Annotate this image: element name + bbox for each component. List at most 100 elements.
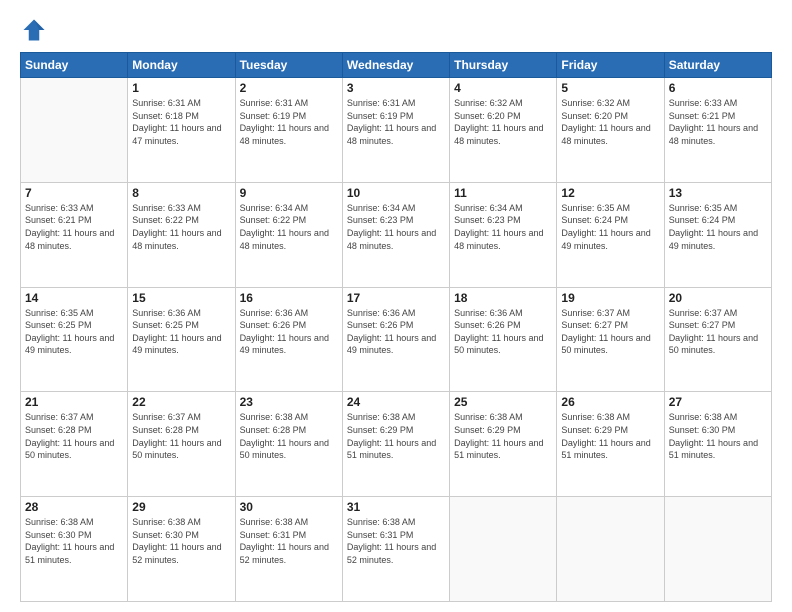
week-row-4: 21 Sunrise: 6:37 AMSunset: 6:28 PMDayligh… [21, 392, 772, 497]
weekday-sunday: Sunday [21, 53, 128, 78]
calendar-cell: 9 Sunrise: 6:34 AMSunset: 6:22 PMDaylight… [235, 182, 342, 287]
calendar-cell: 23 Sunrise: 6:38 AMSunset: 6:28 PMDayligh… [235, 392, 342, 497]
day-number: 13 [669, 186, 767, 200]
calendar-cell: 7Sunrise: 6:33 AMSunset: 6:21 PMDaylight… [21, 182, 128, 287]
calendar-cell: 29 Sunrise: 6:38 AMSunset: 6:30 PMDayligh… [128, 497, 235, 602]
weekday-tuesday: Tuesday [235, 53, 342, 78]
day-info: Sunrise: 6:38 AMSunset: 6:29 PMDaylight:… [561, 411, 659, 461]
calendar-cell: 17Sunrise: 6:36 AMSunset: 6:26 PMDayligh… [342, 287, 449, 392]
day-info: Sunrise: 6:35 AMSunset: 6:24 PMDaylight:… [669, 202, 767, 252]
day-info: Sunrise: 6:38 AMSunset: 6:31 PMDaylight:… [347, 516, 445, 566]
calendar-cell: 30 Sunrise: 6:38 AMSunset: 6:31 PMDayligh… [235, 497, 342, 602]
day-info: Sunrise: 6:36 AMSunset: 6:26 PMDaylight:… [454, 307, 552, 357]
calendar-cell: 31 Sunrise: 6:38 AMSunset: 6:31 PMDayligh… [342, 497, 449, 602]
calendar-cell: 21Sunrise: 6:37 AMSunset: 6:28 PMDayligh… [21, 392, 128, 497]
day-info: Sunrise: 6:38 AMSunset: 6:30 PMDaylight:… [669, 411, 767, 461]
day-number: 4 [454, 81, 552, 95]
weekday-saturday: Saturday [664, 53, 771, 78]
weekday-monday: Monday [128, 53, 235, 78]
day-number: 24 [347, 395, 445, 409]
day-number: 7 [25, 186, 123, 200]
day-number: 6 [669, 81, 767, 95]
day-info: Sunrise: 6:33 AMSunset: 6:21 PMDaylight:… [669, 97, 767, 147]
calendar-cell: 13 Sunrise: 6:35 AMSunset: 6:24 PMDayligh… [664, 182, 771, 287]
day-number: 9 [240, 186, 338, 200]
weekday-wednesday: Wednesday [342, 53, 449, 78]
day-number: 18 [454, 291, 552, 305]
day-info: Sunrise: 6:37 AMSunset: 6:28 PMDaylight:… [132, 411, 230, 461]
logo-icon [20, 16, 48, 44]
day-info: Sunrise: 6:38 AMSunset: 6:28 PMDaylight:… [240, 411, 338, 461]
day-info: Sunrise: 6:38 AMSunset: 6:31 PMDaylight:… [240, 516, 338, 566]
day-info: Sunrise: 6:36 AMSunset: 6:26 PMDaylight:… [240, 307, 338, 357]
calendar-cell [557, 497, 664, 602]
calendar-cell: 20 Sunrise: 6:37 AMSunset: 6:27 PMDayligh… [664, 287, 771, 392]
calendar-cell [664, 497, 771, 602]
day-number: 16 [240, 291, 338, 305]
calendar-cell: 14Sunrise: 6:35 AMSunset: 6:25 PMDayligh… [21, 287, 128, 392]
day-info: Sunrise: 6:38 AMSunset: 6:30 PMDaylight:… [25, 516, 123, 566]
calendar-cell: 16 Sunrise: 6:36 AMSunset: 6:26 PMDayligh… [235, 287, 342, 392]
day-info: Sunrise: 6:33 AMSunset: 6:22 PMDaylight:… [132, 202, 230, 252]
day-number: 5 [561, 81, 659, 95]
calendar-cell: 19Sunrise: 6:37 AMSunset: 6:27 PMDayligh… [557, 287, 664, 392]
day-info: Sunrise: 6:38 AMSunset: 6:29 PMDaylight:… [454, 411, 552, 461]
day-info: Sunrise: 6:38 AMSunset: 6:29 PMDaylight:… [347, 411, 445, 461]
day-number: 23 [240, 395, 338, 409]
day-number: 21 [25, 395, 123, 409]
calendar-cell: 12 Sunrise: 6:35 AMSunset: 6:24 PMDayligh… [557, 182, 664, 287]
day-info: Sunrise: 6:32 AMSunset: 6:20 PMDaylight:… [454, 97, 552, 147]
calendar-cell: 27 Sunrise: 6:38 AMSunset: 6:30 PMDayligh… [664, 392, 771, 497]
day-info: Sunrise: 6:31 AMSunset: 6:19 PMDaylight:… [240, 97, 338, 147]
day-info: Sunrise: 6:34 AMSunset: 6:22 PMDaylight:… [240, 202, 338, 252]
calendar-cell: 5 Sunrise: 6:32 AMSunset: 6:20 PMDaylight… [557, 78, 664, 183]
week-row-2: 7Sunrise: 6:33 AMSunset: 6:21 PMDaylight… [21, 182, 772, 287]
day-number: 15 [132, 291, 230, 305]
day-number: 10 [347, 186, 445, 200]
calendar-cell: 25Sunrise: 6:38 AMSunset: 6:29 PMDayligh… [450, 392, 557, 497]
day-number: 12 [561, 186, 659, 200]
day-number: 28 [25, 500, 123, 514]
week-row-3: 14Sunrise: 6:35 AMSunset: 6:25 PMDayligh… [21, 287, 772, 392]
weekday-friday: Friday [557, 53, 664, 78]
day-number: 30 [240, 500, 338, 514]
calendar-cell: 1Sunrise: 6:31 AMSunset: 6:18 PMDaylight… [128, 78, 235, 183]
day-number: 27 [669, 395, 767, 409]
day-info: Sunrise: 6:37 AMSunset: 6:27 PMDaylight:… [561, 307, 659, 357]
day-info: Sunrise: 6:36 AMSunset: 6:26 PMDaylight:… [347, 307, 445, 357]
calendar-cell: 24 Sunrise: 6:38 AMSunset: 6:29 PMDayligh… [342, 392, 449, 497]
calendar-cell: 10 Sunrise: 6:34 AMSunset: 6:23 PMDayligh… [342, 182, 449, 287]
logo [20, 16, 52, 44]
calendar-cell: 3 Sunrise: 6:31 AMSunset: 6:19 PMDaylight… [342, 78, 449, 183]
day-info: Sunrise: 6:38 AMSunset: 6:30 PMDaylight:… [132, 516, 230, 566]
day-info: Sunrise: 6:31 AMSunset: 6:19 PMDaylight:… [347, 97, 445, 147]
day-number: 20 [669, 291, 767, 305]
day-info: Sunrise: 6:31 AMSunset: 6:18 PMDaylight:… [132, 97, 230, 147]
calendar-cell [450, 497, 557, 602]
calendar-cell: 18 Sunrise: 6:36 AMSunset: 6:26 PMDayligh… [450, 287, 557, 392]
day-number: 29 [132, 500, 230, 514]
day-info: Sunrise: 6:37 AMSunset: 6:27 PMDaylight:… [669, 307, 767, 357]
week-row-1: 1Sunrise: 6:31 AMSunset: 6:18 PMDaylight… [21, 78, 772, 183]
day-number: 3 [347, 81, 445, 95]
calendar-cell: 6 Sunrise: 6:33 AMSunset: 6:21 PMDaylight… [664, 78, 771, 183]
day-info: Sunrise: 6:32 AMSunset: 6:20 PMDaylight:… [561, 97, 659, 147]
day-info: Sunrise: 6:34 AMSunset: 6:23 PMDaylight:… [347, 202, 445, 252]
day-number: 22 [132, 395, 230, 409]
weekday-header-row: SundayMondayTuesdayWednesdayThursdayFrid… [21, 53, 772, 78]
calendar-cell: 11 Sunrise: 6:34 AMSunset: 6:23 PMDayligh… [450, 182, 557, 287]
day-number: 8 [132, 186, 230, 200]
day-number: 11 [454, 186, 552, 200]
day-info: Sunrise: 6:35 AMSunset: 6:24 PMDaylight:… [561, 202, 659, 252]
calendar-cell: 28 Sunrise: 6:38 AMSunset: 6:30 PMDayligh… [21, 497, 128, 602]
day-number: 31 [347, 500, 445, 514]
calendar-table: SundayMondayTuesdayWednesdayThursdayFrid… [20, 52, 772, 602]
day-number: 26 [561, 395, 659, 409]
day-number: 2 [240, 81, 338, 95]
weekday-thursday: Thursday [450, 53, 557, 78]
calendar-cell: 15 Sunrise: 6:36 AMSunset: 6:25 PMDayligh… [128, 287, 235, 392]
header [20, 16, 772, 44]
day-info: Sunrise: 6:35 AMSunset: 6:25 PMDaylight:… [25, 307, 123, 357]
day-info: Sunrise: 6:34 AMSunset: 6:23 PMDaylight:… [454, 202, 552, 252]
day-info: Sunrise: 6:36 AMSunset: 6:25 PMDaylight:… [132, 307, 230, 357]
